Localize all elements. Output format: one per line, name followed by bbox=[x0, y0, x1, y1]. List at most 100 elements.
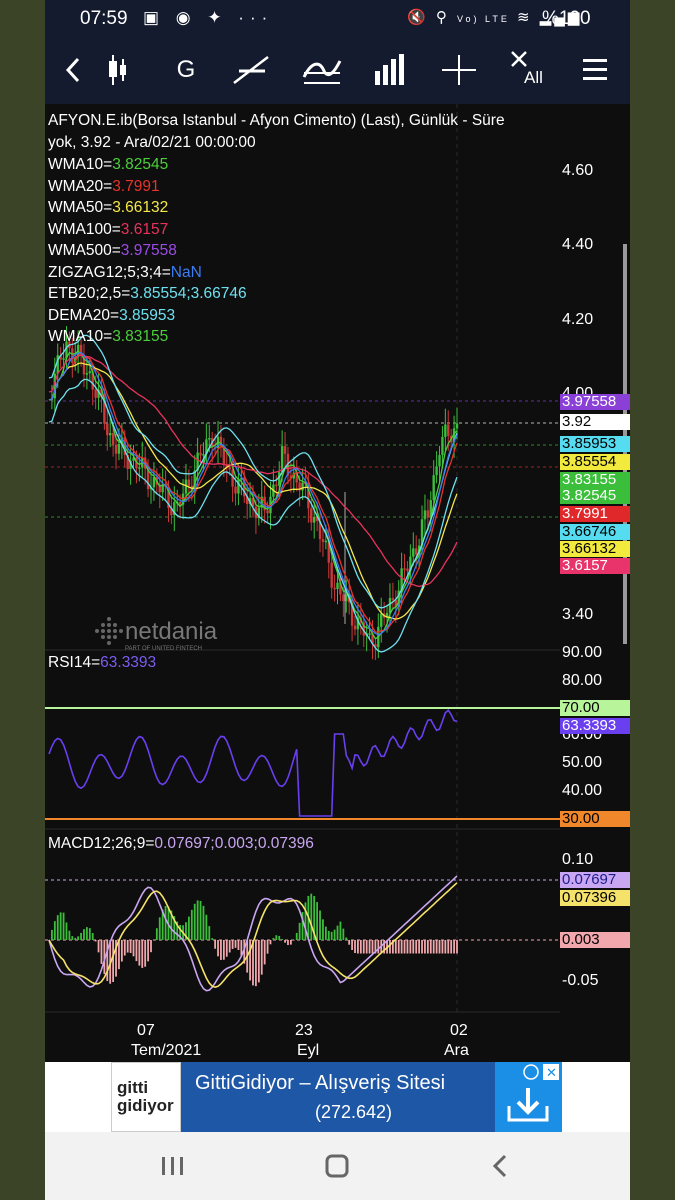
indicator-icon bbox=[302, 60, 342, 84]
watermark-dot bbox=[113, 635, 117, 639]
trendline-button[interactable] bbox=[223, 36, 279, 104]
indicator-legend-item[interactable]: ZIGZAG12;5;3;4=NaN bbox=[48, 264, 202, 282]
chart-header-line2: yok, 3.92 - Ara/02/21 00:00:00 bbox=[48, 134, 256, 151]
indicator-value: 3.6157 bbox=[120, 220, 169, 238]
rsi-30-tag: 30.00 bbox=[560, 811, 630, 827]
indicator-name: WMA10= bbox=[48, 156, 113, 173]
chart-header-line1: AFYON.E.ib(Borsa Istanbul - Afyon Ciment… bbox=[48, 112, 505, 129]
volume-button[interactable] bbox=[363, 36, 419, 104]
notification-icons: ▣ ◉ ✦ ··· bbox=[143, 8, 274, 27]
candle-body bbox=[266, 510, 269, 514]
watermark-dot bbox=[101, 629, 105, 633]
home-icon bbox=[325, 1154, 349, 1178]
ad-title[interactable]: GittiGidiyor – Alışveriş Sitesi bbox=[195, 1072, 445, 1095]
candle-body bbox=[380, 613, 383, 627]
back-icon bbox=[492, 1154, 507, 1178]
watermark-dot bbox=[107, 623, 111, 627]
macd-label: MACD12;26;9= bbox=[48, 835, 155, 852]
indicator-value: 3.7991 bbox=[112, 177, 160, 195]
rsi-axis-label: 40.00 bbox=[562, 782, 603, 799]
chart-area[interactable]: netdania PART OF UNITED FINTECH AFYON.E.i… bbox=[45, 104, 630, 1062]
candle-body bbox=[412, 548, 415, 557]
macd-axis-label: -0.05 bbox=[562, 972, 599, 989]
candle-body bbox=[333, 587, 336, 590]
candle-body bbox=[444, 424, 447, 437]
hamburger-menu-icon bbox=[583, 59, 607, 80]
indicator-name: WMA50= bbox=[48, 199, 113, 216]
bar-chart-icon bbox=[375, 54, 404, 85]
svg-text:✕: ✕ bbox=[546, 1065, 557, 1080]
indicator-name: WMA20= bbox=[48, 177, 113, 195]
watermark-dot bbox=[107, 629, 111, 633]
candle-body bbox=[178, 501, 182, 505]
rsi-legend: RSI14=63.3393 bbox=[48, 654, 156, 672]
candle-body bbox=[403, 568, 406, 570]
indicator-legend-item[interactable]: WMA10=3.83155 bbox=[48, 328, 168, 346]
rsi-axis-label: 50.00 bbox=[562, 754, 603, 771]
menu-button[interactable] bbox=[567, 36, 623, 104]
macd-axis-label: 0.10 bbox=[562, 851, 594, 868]
candle-body bbox=[455, 423, 459, 429]
price-tag: 3.82545 bbox=[560, 488, 630, 504]
indicator-legend-item[interactable]: WMA10=3.82545 bbox=[48, 156, 168, 174]
watermark-dot bbox=[95, 629, 99, 633]
phone-screen: 07:59 ▣ ◉ ✦ ··· 🔇 ⚲ Vo) LTE ≋ ▂▄▆ %100 G… bbox=[45, 0, 630, 1200]
candle-body bbox=[353, 625, 357, 630]
candle-body bbox=[88, 371, 91, 374]
candle-body bbox=[388, 598, 392, 613]
battery-level: %100 bbox=[542, 8, 591, 29]
price-tag: 3.92 bbox=[560, 414, 630, 430]
watermark-dot bbox=[119, 629, 123, 633]
indicator-legend-item[interactable]: WMA100=3.6157 bbox=[48, 221, 168, 239]
recent-apps-icon bbox=[162, 1157, 183, 1175]
android-navigation-bar bbox=[45, 1132, 630, 1200]
candle-body bbox=[324, 540, 328, 543]
indicator-legend-item[interactable]: WMA20=3.7991 bbox=[48, 178, 160, 196]
candle-body bbox=[310, 508, 313, 523]
price-tag: 3.85953 bbox=[560, 436, 630, 452]
ad-download-button[interactable]: ✕ bbox=[495, 1062, 562, 1132]
indicator-name: WMA10= bbox=[48, 328, 113, 345]
home-button[interactable] bbox=[307, 1146, 367, 1186]
candle-body bbox=[234, 486, 237, 494]
candle-body bbox=[109, 433, 112, 436]
indicator-legend-item[interactable]: DEMA20=3.85953 bbox=[48, 307, 175, 325]
recent-apps-button[interactable] bbox=[143, 1146, 203, 1186]
download-icon: ✕ bbox=[507, 1064, 559, 1122]
candle-body bbox=[138, 467, 141, 469]
candle-body bbox=[330, 562, 333, 588]
price-tag: 3.66746 bbox=[560, 524, 630, 540]
indicator-legend-item[interactable]: WMA50=3.66132 bbox=[48, 199, 168, 217]
delete-all-button[interactable]: All bbox=[500, 36, 556, 104]
candle-body bbox=[406, 568, 409, 571]
indicator-legend-item[interactable]: WMA500=3.97558 bbox=[48, 242, 177, 260]
indicator-legend-item[interactable]: ETB20;2,5=3.85554;3.66746 bbox=[48, 285, 247, 303]
rsi-line bbox=[48, 709, 458, 817]
candle-body bbox=[111, 433, 115, 445]
candle-body bbox=[85, 373, 89, 375]
indicator-value: 3.83155 bbox=[112, 328, 169, 345]
indicator-value: 3.85953 bbox=[119, 306, 176, 324]
macd-value: 0.07697;0.003;0.07396 bbox=[154, 835, 314, 852]
indicator-value: 3.85554;3.66746 bbox=[130, 285, 247, 302]
candle-body bbox=[336, 582, 339, 589]
wma100-line bbox=[48, 354, 458, 588]
candle-body bbox=[94, 389, 97, 398]
back-nav-button[interactable] bbox=[470, 1146, 530, 1186]
watermark-dot bbox=[107, 635, 111, 639]
price-axis-label: 4.60 bbox=[562, 162, 594, 179]
watermark-subtext: PART OF UNITED FINTECH bbox=[125, 646, 202, 652]
g-button[interactable]: G bbox=[158, 36, 214, 104]
price-tag: 3.85554 bbox=[560, 454, 630, 470]
indicators-button[interactable] bbox=[294, 36, 350, 104]
candle-body bbox=[313, 516, 316, 523]
ad-banner[interactable]: gitti gidiyor GittiGidiyor – Alışveriş S… bbox=[45, 1062, 630, 1132]
crosshair-button[interactable] bbox=[431, 36, 487, 104]
rsi-axis-label: 80.00 bbox=[562, 672, 603, 689]
candle-body bbox=[199, 452, 202, 456]
time-axis-day: 02 bbox=[450, 1022, 468, 1039]
time-axis-day: 07 bbox=[137, 1022, 155, 1039]
trendline-icon bbox=[233, 56, 269, 84]
macd-tag: 0.07697 bbox=[560, 872, 630, 888]
candlestick-type-button[interactable] bbox=[89, 36, 145, 104]
